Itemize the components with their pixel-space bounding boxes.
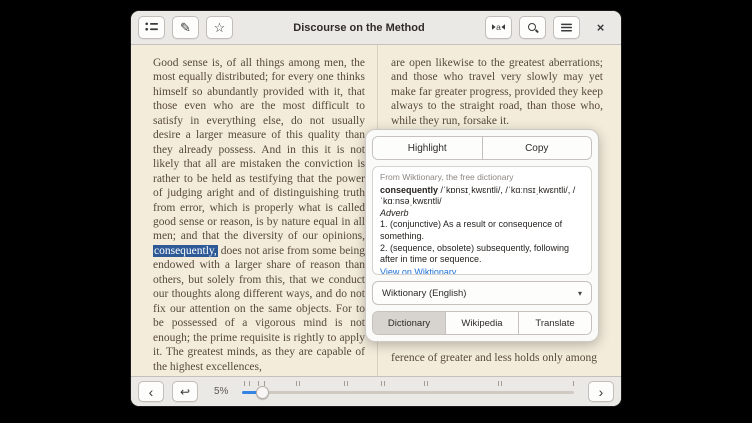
text-width-button[interactable]: a bbox=[485, 16, 512, 39]
tab-translate[interactable]: Translate bbox=[518, 312, 591, 334]
next-page-button[interactable]: › bbox=[588, 381, 614, 402]
selected-word[interactable]: consequently, bbox=[153, 245, 218, 257]
back-location-button[interactable]: ↩ bbox=[172, 381, 198, 402]
left-page-text: Good sense is, of all things among men, … bbox=[153, 56, 365, 374]
selection-actions: Highlight Copy bbox=[372, 136, 592, 160]
sidebar-toggle-button[interactable] bbox=[138, 16, 165, 39]
chevron-left-icon: ‹ bbox=[149, 385, 154, 399]
headerbar: ✎ ☆ Discourse on the Method a bbox=[131, 11, 621, 45]
svg-text:a: a bbox=[496, 22, 501, 32]
close-icon: × bbox=[597, 21, 605, 34]
reading-area: Good sense is, of all things among men, … bbox=[131, 45, 621, 378]
view-on-wiktionary-link[interactable]: View on Wiktionary bbox=[380, 267, 456, 275]
close-button[interactable]: × bbox=[587, 16, 614, 39]
slider-track bbox=[242, 391, 574, 394]
headerbar-right: a × bbox=[485, 16, 614, 39]
lookup-popover: Highlight Copy From Wiktionary, the free… bbox=[365, 129, 599, 342]
headerbar-left: ✎ ☆ bbox=[138, 16, 233, 39]
copy-button[interactable]: Copy bbox=[482, 137, 592, 159]
progress-slider[interactable] bbox=[242, 377, 574, 407]
hamburger-icon bbox=[561, 22, 572, 34]
text-before-selection: Good sense is, of all things among men, … bbox=[153, 57, 365, 242]
chevron-right-icon: › bbox=[599, 385, 604, 399]
right-page-column: are open likewise to the greatest aberra… bbox=[391, 45, 603, 128]
prev-page-button[interactable]: ‹ bbox=[138, 381, 164, 402]
dictionary-headword-line: consequently /ˈkɒnsɪˌkwɛntli/, /ˈkɑːnsɪˌ… bbox=[380, 185, 584, 208]
dictionary-result: From Wiktionary, the free dictionary con… bbox=[372, 166, 592, 275]
lookup-mode-tabs: Dictionary Wikipedia Translate bbox=[372, 311, 592, 335]
dropdown-selected-value: Wiktionary (English) bbox=[382, 288, 466, 299]
window-title: Discourse on the Method bbox=[233, 22, 485, 34]
text-after-selection: does not arise from some being endowed w… bbox=[153, 245, 365, 373]
headword: consequently bbox=[380, 185, 438, 195]
highlight-button[interactable]: Highlight bbox=[373, 137, 482, 159]
app-window: ✎ ☆ Discourse on the Method a bbox=[130, 10, 622, 407]
search-icon bbox=[528, 23, 537, 32]
dictionary-source-note: From Wiktionary, the free dictionary bbox=[380, 172, 584, 184]
dictionary-source-dropdown[interactable]: Wiktionary (English) ▾ bbox=[372, 281, 592, 305]
left-page-column: Good sense is, of all things among men, … bbox=[153, 45, 365, 374]
bookmark-button[interactable]: ☆ bbox=[206, 16, 233, 39]
navigation-bar: ‹ ↩ 5% › bbox=[131, 376, 621, 406]
progress-percent: 5% bbox=[214, 386, 228, 397]
part-of-speech: Adverb bbox=[380, 208, 584, 220]
star-icon: ☆ bbox=[214, 21, 226, 34]
screen: ✎ ☆ Discourse on the Method a bbox=[0, 0, 752, 423]
contents-list-icon bbox=[145, 21, 158, 34]
definition-2: 2. (sequence, obsolete) subsequently, fo… bbox=[380, 243, 584, 266]
annotations-button[interactable]: ✎ bbox=[172, 16, 199, 39]
pencil-icon: ✎ bbox=[180, 21, 191, 34]
menu-button[interactable] bbox=[553, 16, 580, 39]
tab-wikipedia[interactable]: Wikipedia bbox=[445, 312, 518, 334]
search-button[interactable] bbox=[519, 16, 546, 39]
chevron-down-icon: ▾ bbox=[578, 289, 582, 298]
undo-arrow-icon: ↩ bbox=[180, 386, 190, 398]
tab-dictionary[interactable]: Dictionary bbox=[373, 312, 445, 334]
right-page-bottom-line: ference of greater and less holds only a… bbox=[391, 352, 603, 364]
slider-handle[interactable] bbox=[256, 386, 269, 399]
definition-1: 1. (conjunctive) As a result or conseque… bbox=[380, 219, 584, 242]
text-width-icon: a bbox=[491, 22, 506, 34]
right-page-text: are open likewise to the greatest aberra… bbox=[391, 56, 603, 128]
